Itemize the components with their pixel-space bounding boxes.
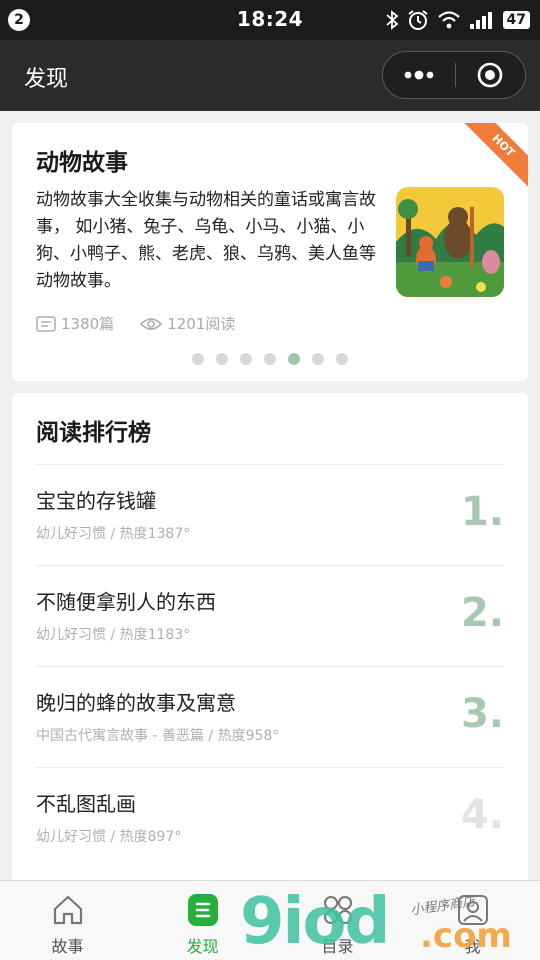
feature-description: 动物故事大全收集与动物相关的童话或寓言故事， 如小猪、兔子、乌龟、小马、小猫、小…	[36, 190, 376, 291]
signal-icon	[469, 12, 492, 29]
story-meta: 幼儿好习惯 / 热度897°	[36, 829, 182, 845]
carousel-indicator	[192, 353, 348, 365]
battery-level: 47	[502, 11, 530, 29]
ranking-item[interactable]: 宝宝的存钱罐 幼儿好习惯 / 热度1387° 1.	[36, 464, 504, 565]
house-icon	[51, 893, 85, 927]
carousel-dot[interactable]	[192, 353, 204, 365]
animal-illustration	[396, 187, 504, 297]
story-meta: 中国古代寓言故事 - 善恶篇 / 热度958°	[36, 728, 280, 744]
feature-card[interactable]: HOT 动物故事 动物故事大全收集与动物相关的童话或寓言故事， 如小猪、兔子、乌…	[12, 123, 528, 381]
carousel-dot-active[interactable]	[288, 353, 300, 365]
feature-thumbnail[interactable]	[396, 187, 504, 297]
hot-ribbon: HOT	[456, 123, 528, 193]
tab-label: 故事	[51, 937, 84, 956]
carousel-dot[interactable]	[312, 353, 324, 365]
rank-number: 2.	[460, 590, 504, 636]
ranking-list: 宝宝的存钱罐 幼儿好习惯 / 热度1387° 1. 不随便拿别人的东西 幼儿好习…	[36, 464, 504, 868]
story-meta: 幼儿好习惯 / 热度1387°	[36, 526, 191, 542]
story-title: 不随便拿别人的东西	[36, 590, 216, 614]
page-title: 发现	[24, 67, 69, 92]
document-icon	[36, 315, 56, 332]
more-dots-icon	[404, 70, 434, 80]
carousel-dot[interactable]	[240, 353, 252, 365]
status-icons: 47	[385, 8, 530, 32]
carousel-dot[interactable]	[264, 353, 276, 365]
discover-icon	[186, 893, 220, 927]
watermark-suffix: .com	[420, 916, 512, 956]
story-title: 宝宝的存钱罐	[36, 489, 156, 513]
tab-label: 发现	[186, 937, 219, 956]
story-title: 晚归的蜂的故事及寓意	[36, 691, 236, 715]
reading-ranking: 阅读排行榜 宝宝的存钱罐 幼儿好习惯 / 热度1387° 1. 不随便拿别人的东…	[12, 393, 528, 888]
miniprogram-capsule	[382, 51, 526, 99]
carousel-dot[interactable]	[336, 353, 348, 365]
rank-number: 3.	[460, 691, 504, 737]
read-count-label: 1201阅读	[167, 315, 236, 333]
feature-meta: 1380篇 1201阅读	[36, 313, 235, 334]
watermark-logo: 9iod	[240, 885, 390, 959]
alarm-icon	[407, 10, 428, 30]
article-count-label: 1380篇	[61, 315, 115, 333]
carousel-dot[interactable]	[216, 353, 228, 365]
wifi-icon	[437, 11, 460, 29]
bluetooth-icon	[385, 10, 398, 30]
ranking-item[interactable]: 晚归的蜂的故事及寓意 中国古代寓言故事 - 善恶篇 / 热度958° 3.	[36, 666, 504, 767]
status-bar: 2 18:24 47	[0, 0, 540, 40]
ranking-item[interactable]: 不随便拿别人的东西 幼儿好习惯 / 热度1183° 2.	[36, 565, 504, 666]
eye-icon	[140, 317, 163, 330]
close-miniprogram-button[interactable]	[455, 52, 525, 98]
article-count: 1380篇	[36, 313, 114, 334]
rank-number: 1.	[460, 489, 504, 535]
tab-stories[interactable]: 故事	[0, 881, 135, 960]
story-meta: 幼儿好习惯 / 热度1183°	[36, 627, 191, 643]
story-title: 不乱图乱画	[36, 792, 136, 816]
target-close-icon	[477, 62, 503, 88]
feature-title: 动物故事	[36, 150, 128, 176]
rank-number: 4.	[460, 792, 504, 838]
more-button[interactable]	[383, 52, 455, 98]
ranking-title: 阅读排行榜	[36, 420, 151, 446]
read-count: 1201阅读	[140, 313, 235, 334]
ranking-item[interactable]: 不乱图乱画 幼儿好习惯 / 热度897° 4.	[36, 767, 504, 868]
app-header: 发现	[0, 40, 540, 111]
